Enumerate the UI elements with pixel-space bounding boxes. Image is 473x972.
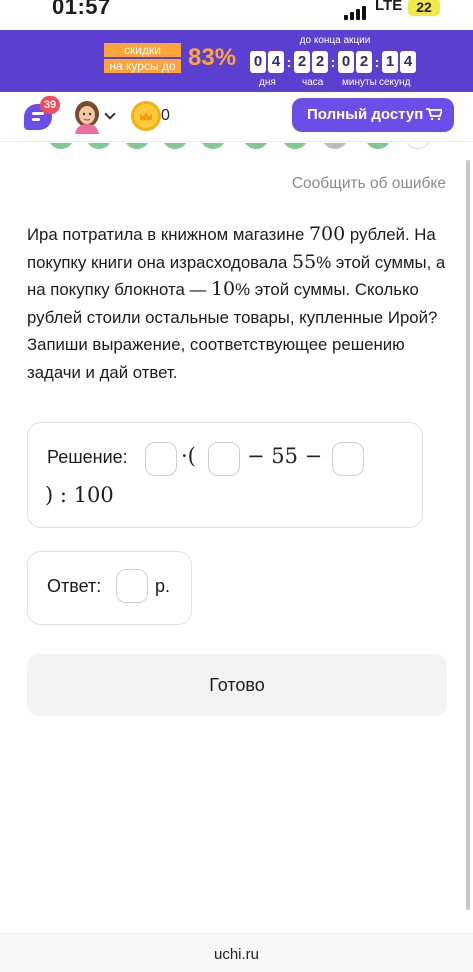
promo-banner[interactable]: скидки на курсы до 83% до конца акции 0 … [0, 30, 473, 92]
task-text: Ира потратила в книжном магазине 700 руб… [27, 223, 446, 382]
progress-dot[interactable] [405, 143, 431, 149]
status-bar: 01:57 LTE 22 [0, 0, 473, 30]
network-type: LTE [375, 0, 403, 14]
progress-dot[interactable] [322, 143, 348, 149]
countdown-digit: 1 [382, 51, 398, 73]
countdown-digit: 2 [294, 51, 310, 73]
answer-label: Ответ: [47, 576, 102, 596]
progress-dot[interactable] [200, 143, 226, 149]
progress-dot[interactable] [86, 143, 112, 149]
progress-dot[interactable] [365, 143, 391, 149]
solution-expression: − 55 − [247, 444, 323, 468]
full-access-button[interactable]: Полный доступ [292, 98, 454, 132]
app-header: 39 0 Полный доступ [0, 92, 473, 142]
countdown-digit: 0 [338, 51, 354, 73]
countdown-timer: 0 4 : 2 2 : 0 2 : 1 4 [250, 50, 418, 74]
solution-card: Решение: ·( − 55 − ) : 100 [27, 422, 423, 528]
countdown-separator: : [374, 54, 380, 70]
avatar[interactable] [72, 100, 102, 134]
promo-percent: 83% [188, 44, 237, 71]
progress-dot[interactable] [124, 143, 150, 149]
footer-url[interactable]: uchi.ru [0, 933, 473, 972]
solution-input-3[interactable] [332, 442, 364, 476]
battery-icon: 22 [408, 0, 440, 16]
progress-dot[interactable] [282, 143, 308, 149]
promo-label: скидки на курсы до [104, 43, 181, 75]
signal-icon [344, 2, 368, 20]
progress-dots [0, 143, 473, 149]
progress-dot[interactable] [162, 143, 188, 149]
answer-card: Ответ: р. [27, 551, 192, 625]
solution-expression-tail: ) : 100 [45, 483, 114, 507]
countdown-separator: : [330, 54, 336, 70]
countdown-digit: 2 [356, 51, 372, 73]
done-button[interactable]: Готово [27, 654, 447, 716]
solution-operator: ·( [181, 444, 196, 468]
chat-badge: 39 [40, 96, 60, 114]
progress-dot[interactable] [48, 143, 74, 149]
scrollbar[interactable] [466, 160, 470, 910]
coin-count: 0 [161, 107, 170, 124]
solution-label: Решение: [47, 447, 128, 467]
answer-input[interactable] [116, 569, 148, 603]
countdown-digit: 4 [268, 51, 284, 73]
clock: 01:57 [52, 0, 111, 19]
countdown-digit: 4 [400, 51, 416, 73]
countdown-digit: 2 [312, 51, 328, 73]
coin-icon[interactable] [131, 101, 161, 131]
promo-deadline-label: до конца акции [299, 35, 371, 46]
cart-icon [426, 108, 442, 120]
report-error-link[interactable]: Сообщить об ошибке [292, 175, 446, 193]
solution-input-2[interactable] [208, 442, 240, 476]
chevron-down-icon[interactable] [104, 108, 116, 120]
progress-dot[interactable] [243, 143, 269, 149]
solution-input-1[interactable] [145, 442, 177, 476]
countdown-digit: 0 [250, 51, 266, 73]
countdown-separator: : [286, 54, 292, 70]
answer-unit: р. [155, 576, 171, 596]
